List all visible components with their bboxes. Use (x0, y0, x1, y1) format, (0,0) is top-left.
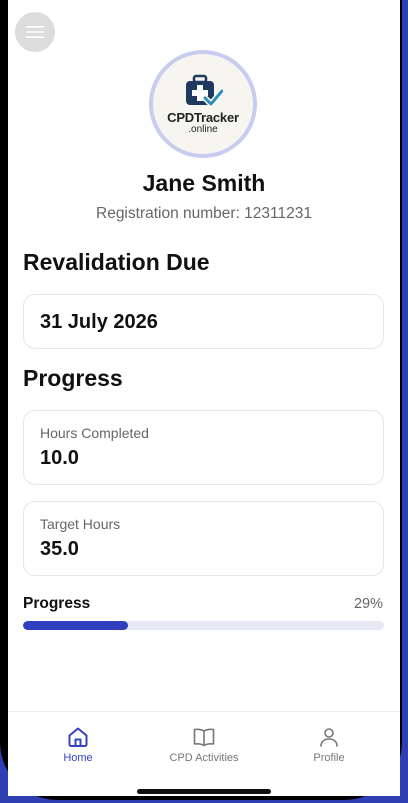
logo-wordmark: CPDTracker (167, 109, 239, 125)
tab-home[interactable]: Home (13, 712, 143, 772)
tab-home-label: Home (63, 752, 93, 764)
hours-completed-card: Hours Completed 10.0 (23, 410, 384, 485)
revalidation-title: Revalidation Due (23, 249, 210, 275)
tab-cpd-activities-label: CPD Activities (169, 752, 239, 764)
target-hours-value: 35.0 (40, 538, 79, 560)
revalidation-date: 31 July 2026 (40, 311, 158, 333)
progress-bar (23, 621, 384, 630)
tab-profile[interactable]: Profile (264, 712, 394, 772)
tab-cpd-activities[interactable]: CPD Activities (139, 712, 269, 772)
progress-bar-label: Progress (23, 595, 91, 612)
user-name: Jane Smith (142, 170, 266, 196)
book-icon (193, 728, 215, 747)
progress-bar-fill (23, 621, 128, 630)
logo-domain: .online (188, 123, 218, 135)
target-hours-label: Target Hours (40, 516, 121, 532)
registration-number: Registration number: 12311231 (96, 205, 312, 222)
progress-percent: 29% (353, 596, 383, 612)
hours-completed-label: Hours Completed (40, 425, 149, 441)
tab-profile-label: Profile (313, 752, 345, 764)
medical-bag-check-icon (186, 74, 223, 107)
menu-button[interactable] (15, 12, 55, 52)
person-icon (320, 728, 338, 747)
hours-completed-value: 10.0 (40, 447, 79, 469)
home-icon (68, 727, 88, 747)
home-indicator[interactable] (137, 789, 271, 794)
app-logo: CPDTracker .online (149, 50, 257, 158)
revalidation-date-card: 31 July 2026 (23, 294, 384, 349)
target-hours-card: Target Hours 35.0 (23, 501, 384, 576)
tab-bar: Home CPD Activities Profile (8, 711, 400, 796)
progress-title: Progress (23, 365, 123, 391)
hamburger-icon (26, 26, 44, 38)
